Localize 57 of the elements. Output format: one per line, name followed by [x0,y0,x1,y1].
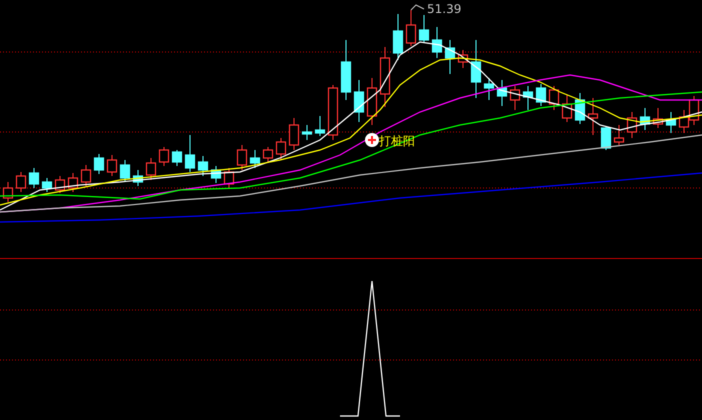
candlestick [132,170,144,186]
candlestick [172,150,182,166]
candlestick [120,160,130,182]
high-price-label: 51.39 [427,2,462,16]
signal-marker-icon [365,133,379,147]
candlestick [458,50,468,68]
candlestick [288,118,300,150]
candlestick [68,172,78,192]
candlestick [652,108,664,128]
candlestick [354,80,364,122]
candlestick [80,164,92,186]
candlestick [16,172,26,192]
candlestick [380,46,390,108]
candlestick [522,86,534,110]
candlestick [250,150,260,168]
candlestick [484,78,494,100]
candlestick [444,40,456,74]
candlestick [54,176,66,194]
candlestick [210,166,222,184]
candlestick [562,94,572,122]
candlestick [106,154,118,176]
candlestick [392,14,404,60]
candlestick [548,86,560,110]
candlestick [600,126,612,150]
candlestick [418,14,430,42]
candlestick [678,110,690,134]
candlestick [496,80,508,106]
candlestick [302,124,312,140]
candlestick [236,144,248,170]
candlestick [614,124,624,146]
candlestick [432,26,442,58]
candlestick [224,168,234,188]
candlestick [328,84,338,140]
candlestick [470,40,482,98]
candlestick [314,116,326,136]
candlestick [184,134,196,172]
candlestick [536,84,546,106]
candlestick [666,112,676,134]
candlestick [2,182,14,202]
candlestick [688,96,700,126]
candlestick [340,40,352,100]
candlestick [640,108,650,130]
candlestick [588,98,598,136]
candlestick [28,168,40,188]
candlestick [146,158,156,180]
candlestick [510,86,520,110]
candlestick [42,178,52,192]
candlestick [366,78,378,126]
candlestick [406,10,416,46]
leader-line [410,4,424,10]
candlestick [198,156,208,176]
candlestick [626,112,638,138]
candlestick [158,146,170,166]
candlestick [262,146,274,162]
candlestick [94,154,104,174]
candlestick [574,92,586,124]
candlestick [276,138,286,160]
